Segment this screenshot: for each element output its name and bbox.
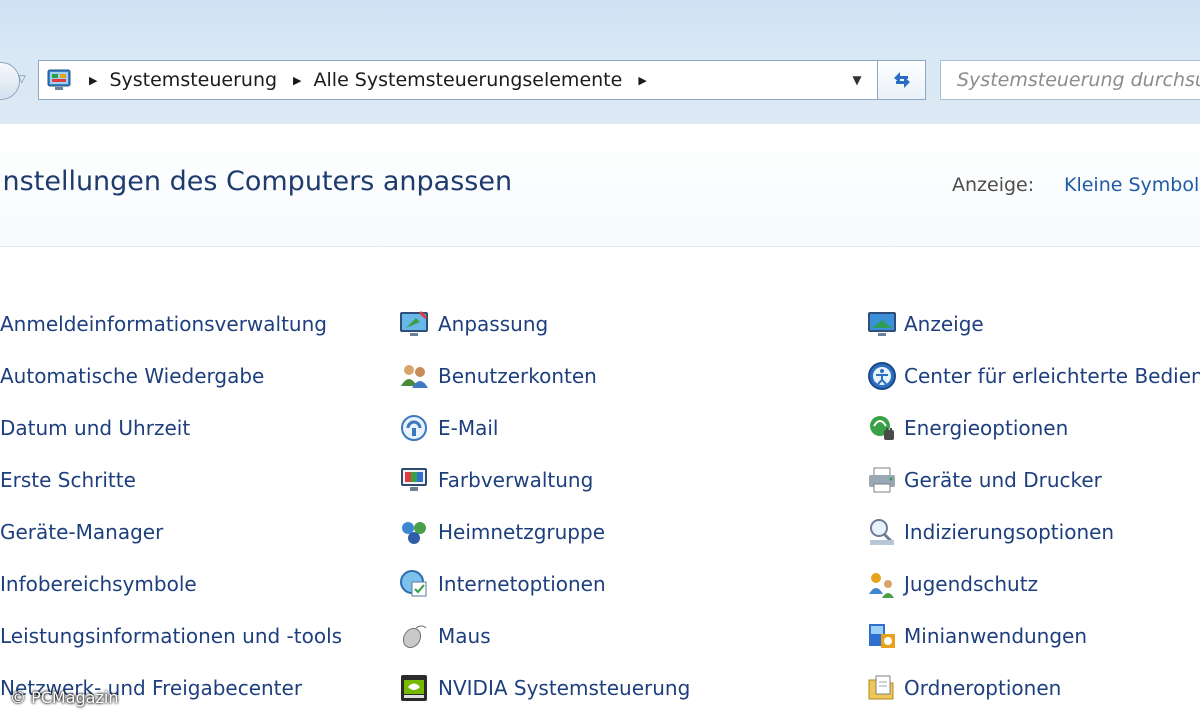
item-label: Center für erleichterte Bedienung [904, 364, 1200, 388]
breadcrumb-arrow-icon[interactable]: ▶ [638, 74, 646, 87]
internet-options-icon [400, 570, 427, 597]
list-item[interactable]: Anmeldeinformationsverwaltung [0, 298, 342, 350]
forward-button[interactable] [0, 62, 20, 100]
search-input[interactable]: Systemsteuerung durchsuchen [940, 60, 1200, 100]
item-label: Heimnetzgruppe [438, 520, 605, 544]
breadcrumb-arrow-icon[interactable]: ▶ [89, 74, 97, 87]
control-panel-icon [47, 69, 71, 90]
address-bar[interactable]: ▶ Systemsteuerung ▶ Alle Systemsteuerung… [38, 60, 878, 100]
item-label: Indizierungsoptionen [904, 520, 1115, 544]
breadcrumb: ▶ Systemsteuerung ▶ Alle Systemsteuerung… [89, 61, 659, 99]
homegroup-icon [402, 522, 426, 544]
item-label: Anzeige [904, 312, 984, 336]
list-item[interactable]: Anpassung [398, 298, 690, 350]
list-item[interactable]: Automatische Wiedergabe [0, 350, 342, 402]
chevron-down-icon: ▼ [852, 73, 862, 87]
items-column-2: Anpassung Benutzerkonten E-Mail Farbverw… [398, 298, 690, 714]
list-item[interactable]: Geräte und Drucker [866, 454, 1200, 506]
mouse-icon [402, 625, 427, 649]
list-item[interactable]: Center für erleichterte Bedienung [866, 350, 1200, 402]
navigation-bar: ▽ ▶ Systemsteuerung ▶ Alle Systemsteueru… [0, 0, 1200, 125]
refresh-button[interactable] [878, 60, 926, 100]
nvidia-icon [401, 675, 427, 701]
item-label: Erste Schritte [0, 468, 136, 492]
breadcrumb-alle-elemente[interactable]: Alle Systemsteuerungselemente [314, 69, 623, 91]
list-item[interactable]: Benutzerkonten [398, 350, 690, 402]
item-label: Minianwendungen [904, 624, 1088, 648]
list-item[interactable]: Heimnetzgruppe [398, 506, 690, 558]
item-label: Infobereichsymbole [0, 572, 197, 596]
breadcrumb-arrow-icon[interactable]: ▶ [293, 74, 301, 87]
item-label: Datum und Uhrzeit [0, 416, 191, 440]
parental-controls-icon [869, 573, 894, 598]
item-label: Ordneroptionen [904, 676, 1062, 700]
item-label: Internetoptionen [438, 572, 606, 596]
mail-icon [401, 415, 427, 441]
ease-of-access-icon [868, 362, 896, 390]
item-label: Farbverwaltung [438, 468, 594, 492]
recent-pages-dropdown-icon[interactable]: ▽ [18, 74, 26, 85]
list-item[interactable]: Internetoptionen [398, 558, 690, 610]
list-item[interactable]: Farbverwaltung [398, 454, 690, 506]
list-item[interactable]: E-Mail [398, 402, 690, 454]
item-label: Maus [438, 624, 491, 648]
item-label: Energieoptionen [904, 416, 1069, 440]
list-item[interactable]: Leistungsinformationen und -tools [0, 610, 342, 662]
item-label: Anpassung [438, 312, 549, 336]
items-column-3: Anzeige Center für erleichterte Bedienun… [866, 298, 1200, 714]
list-item[interactable]: Indizierungsoptionen [866, 506, 1200, 558]
refresh-icon [893, 72, 910, 88]
printer-icon [869, 467, 895, 493]
power-options-icon [870, 416, 894, 440]
color-management-icon [401, 468, 427, 491]
indexing-icon [870, 519, 894, 545]
list-item[interactable]: Energieoptionen [866, 402, 1200, 454]
items-column-1: Anmeldeinformationsverwaltung Automatisc… [0, 298, 342, 714]
list-item[interactable]: Datum und Uhrzeit [0, 402, 342, 454]
list-item[interactable]: Anzeige [866, 298, 1200, 350]
view-mode-link[interactable]: Kleine Symbole [1064, 174, 1200, 196]
breadcrumb-systemsteuerung[interactable]: Systemsteuerung [109, 69, 277, 91]
item-label: Geräte und Drucker [904, 468, 1102, 492]
gadgets-icon [869, 624, 895, 648]
view-label: Anzeige: [952, 174, 1035, 196]
list-item[interactable]: Ordneroptionen [866, 662, 1200, 714]
item-label: Benutzerkonten [438, 364, 597, 388]
list-item[interactable]: Jugendschutz [866, 558, 1200, 610]
list-item[interactable]: Maus [398, 610, 690, 662]
item-label: Leistungsinformationen und -tools [0, 624, 343, 648]
item-label: Jugendschutz [904, 572, 1039, 596]
display-icon [868, 312, 896, 336]
page-title: Einstellungen des Computers anpassen [0, 166, 513, 197]
personalization-icon [400, 310, 428, 336]
folder-options-icon [868, 675, 894, 700]
item-label: E-Mail [438, 416, 499, 440]
list-item[interactable]: Minianwendungen [866, 610, 1200, 662]
item-label: Automatische Wiedergabe [0, 364, 265, 388]
item-label: NVIDIA Systemsteuerung [438, 676, 691, 700]
list-item[interactable]: NVIDIA Systemsteuerung [398, 662, 690, 714]
list-item[interactable]: Geräte-Manager [0, 506, 342, 558]
list-item[interactable]: Infobereichsymbole [0, 558, 342, 610]
item-label: Anmeldeinformationsverwaltung [0, 312, 327, 336]
user-accounts-icon [401, 365, 428, 388]
copyright-watermark: © PCMagazin [10, 688, 119, 707]
list-item[interactable]: Erste Schritte [0, 454, 342, 506]
item-label: Geräte-Manager [0, 520, 164, 544]
content-header: Einstellungen des Computers anpassen Anz… [0, 124, 1200, 247]
address-history-dropdown[interactable]: ▼ [837, 61, 877, 99]
